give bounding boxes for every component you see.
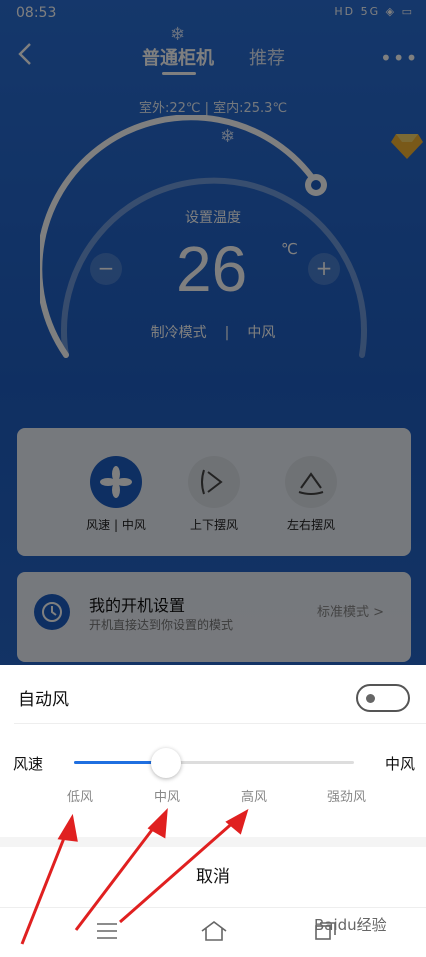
red-arrow-3 [119, 818, 237, 924]
red-arrow-2 [74, 821, 160, 931]
red-arrow-2-head [147, 808, 168, 839]
red-arrow-3-head [225, 808, 249, 835]
red-arrow-1-head [57, 813, 78, 842]
annotation-arrows [20, 808, 249, 945]
red-arrow-1 [20, 827, 70, 945]
